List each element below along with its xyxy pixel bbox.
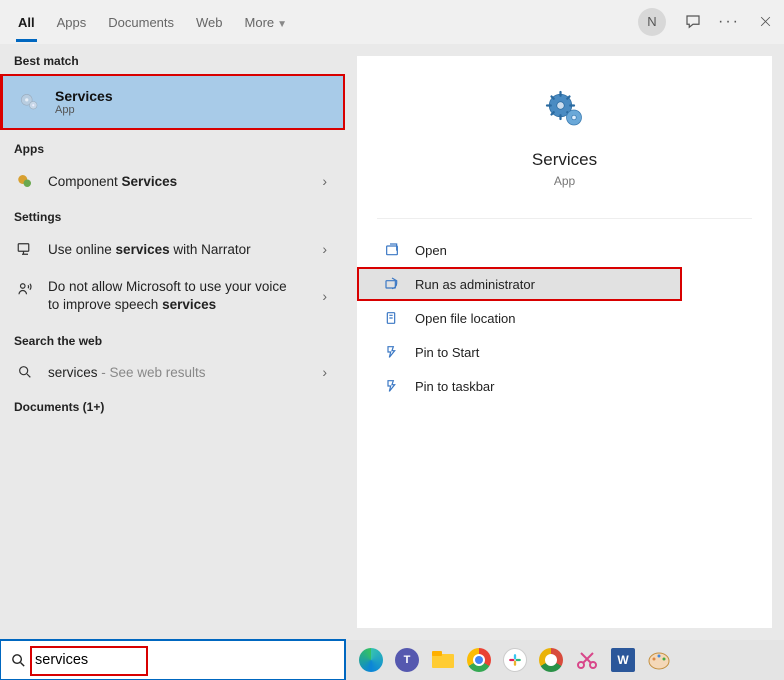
start-search-window: All Apps Documents Web More▼ N ··· Best … (0, 0, 784, 680)
taskbar-chrome[interactable] (465, 646, 493, 674)
search-tabs: All Apps Documents Web More▼ (18, 3, 287, 40)
tab-documents[interactable]: Documents (108, 3, 174, 40)
app-icon (14, 172, 36, 190)
action-label: Open (415, 243, 447, 258)
taskbar-word[interactable]: W (609, 646, 637, 674)
preview-subtitle: App (554, 174, 575, 188)
section-documents: Documents (1+) (0, 390, 345, 420)
result-label: Component Services (48, 174, 177, 189)
section-web: Search the web (0, 324, 345, 354)
chevron-right-icon: › (322, 173, 327, 189)
more-icon[interactable]: ··· (720, 13, 738, 31)
best-match-item[interactable]: Services App (0, 74, 345, 130)
search-icon (1, 652, 35, 669)
action-open[interactable]: Open (357, 233, 772, 267)
taskbar-slack[interactable] (501, 646, 529, 674)
taskbar-snip[interactable] (573, 646, 601, 674)
best-match-text: Services App (55, 88, 113, 116)
taskbar-chrome-canary[interactable] (537, 646, 565, 674)
action-open-file-location[interactable]: Open file location (357, 301, 772, 335)
pin-icon (383, 377, 401, 395)
chevron-right-icon: › (322, 288, 327, 304)
taskbar: T W (0, 640, 784, 680)
chevron-down-icon: ▼ (277, 19, 287, 30)
best-match-title: Services (55, 88, 113, 104)
action-run-as-admin[interactable]: Run as administrator (357, 267, 682, 301)
taskbar-explorer[interactable] (429, 646, 457, 674)
pin-icon (383, 343, 401, 361)
tab-more[interactable]: More▼ (245, 3, 288, 40)
section-settings: Settings (0, 200, 345, 230)
admin-icon (383, 275, 401, 293)
monitor-icon (14, 240, 36, 258)
tab-apps[interactable]: Apps (57, 3, 87, 40)
action-label: Pin to taskbar (415, 379, 495, 394)
user-avatar[interactable]: N (638, 8, 666, 36)
header-controls: N ··· (638, 8, 774, 36)
taskbar-edge[interactable] (357, 646, 385, 674)
open-icon (383, 241, 401, 259)
chevron-right-icon: › (322, 364, 327, 380)
taskbar-search[interactable] (0, 640, 345, 680)
gear-icon (17, 89, 43, 115)
action-pin-to-start[interactable]: Pin to Start (357, 335, 772, 369)
preview-title: Services (532, 150, 597, 170)
result-label: Use online services with Narrator (48, 242, 251, 257)
gears-icon (541, 86, 589, 134)
close-icon[interactable] (756, 13, 774, 31)
tab-all[interactable]: All (18, 3, 35, 40)
action-pin-to-taskbar[interactable]: Pin to taskbar (357, 369, 772, 403)
result-web-services[interactable]: services - See web results › (0, 354, 345, 390)
search-input[interactable] (35, 641, 344, 679)
search-header: All Apps Documents Web More▼ N ··· (0, 0, 784, 44)
preview-pane: Services App Open Run as administrator (357, 56, 772, 628)
chevron-right-icon: › (322, 241, 327, 257)
result-narrator-services[interactable]: Use online services with Narrator › (0, 230, 345, 268)
taskbar-apps: T W (345, 646, 673, 674)
search-body: Best match Services App Apps Component S… (0, 44, 784, 640)
voice-icon (14, 278, 36, 298)
folder-icon (383, 309, 401, 327)
result-label: services - See web results (48, 365, 206, 380)
section-best-match: Best match (0, 44, 345, 74)
result-component-services[interactable]: Component Services › (0, 162, 345, 200)
section-apps: Apps (0, 132, 345, 162)
taskbar-teams[interactable]: T (393, 646, 421, 674)
preview-actions: Open Run as administrator Open file loca… (357, 233, 772, 403)
feedback-icon[interactable] (684, 13, 702, 31)
search-icon (14, 364, 36, 380)
preview-header: Services App (357, 86, 772, 218)
result-label: Do not allow Microsoft to use your voice… (48, 278, 298, 314)
taskbar-paint[interactable] (645, 646, 673, 674)
action-label: Open file location (415, 311, 515, 326)
action-label: Pin to Start (415, 345, 479, 360)
best-match-subtitle: App (55, 104, 113, 116)
result-speech-services[interactable]: Do not allow Microsoft to use your voice… (0, 268, 345, 324)
action-label: Run as administrator (415, 277, 535, 292)
preview-pane-wrap: Services App Open Run as administrator (345, 44, 784, 640)
tab-web[interactable]: Web (196, 3, 223, 40)
results-pane: Best match Services App Apps Component S… (0, 44, 345, 640)
